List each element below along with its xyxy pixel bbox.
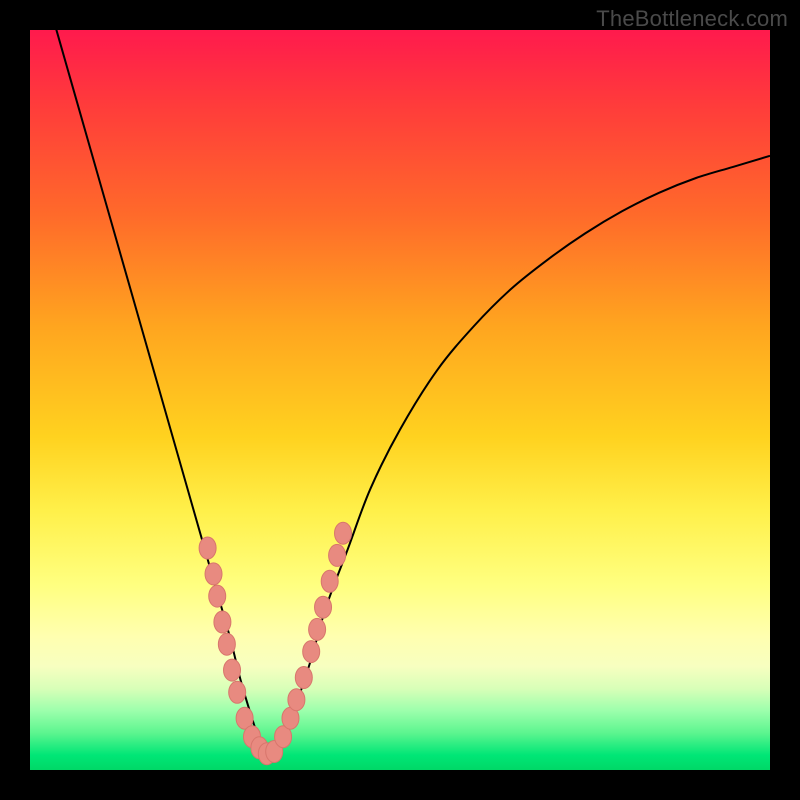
curve-marker <box>224 659 241 681</box>
curve-marker <box>329 544 346 566</box>
curve-marker <box>295 667 312 689</box>
chart-frame: TheBottleneck.com <box>0 0 800 800</box>
curve-marker <box>218 633 235 655</box>
curve-marker <box>199 537 216 559</box>
curve-marker <box>321 570 338 592</box>
plot-area <box>30 30 770 770</box>
curve-path <box>52 15 770 757</box>
curve-marker <box>209 585 226 607</box>
bottleneck-curve <box>30 30 770 770</box>
curve-marker <box>229 681 246 703</box>
curve-marker <box>335 522 352 544</box>
curve-marker <box>288 689 305 711</box>
curve-marker <box>214 611 231 633</box>
curve-marker <box>205 563 222 585</box>
curve-marker <box>309 618 326 640</box>
curve-marker <box>315 596 332 618</box>
watermark-text: TheBottleneck.com <box>596 6 788 32</box>
curve-marker <box>303 641 320 663</box>
